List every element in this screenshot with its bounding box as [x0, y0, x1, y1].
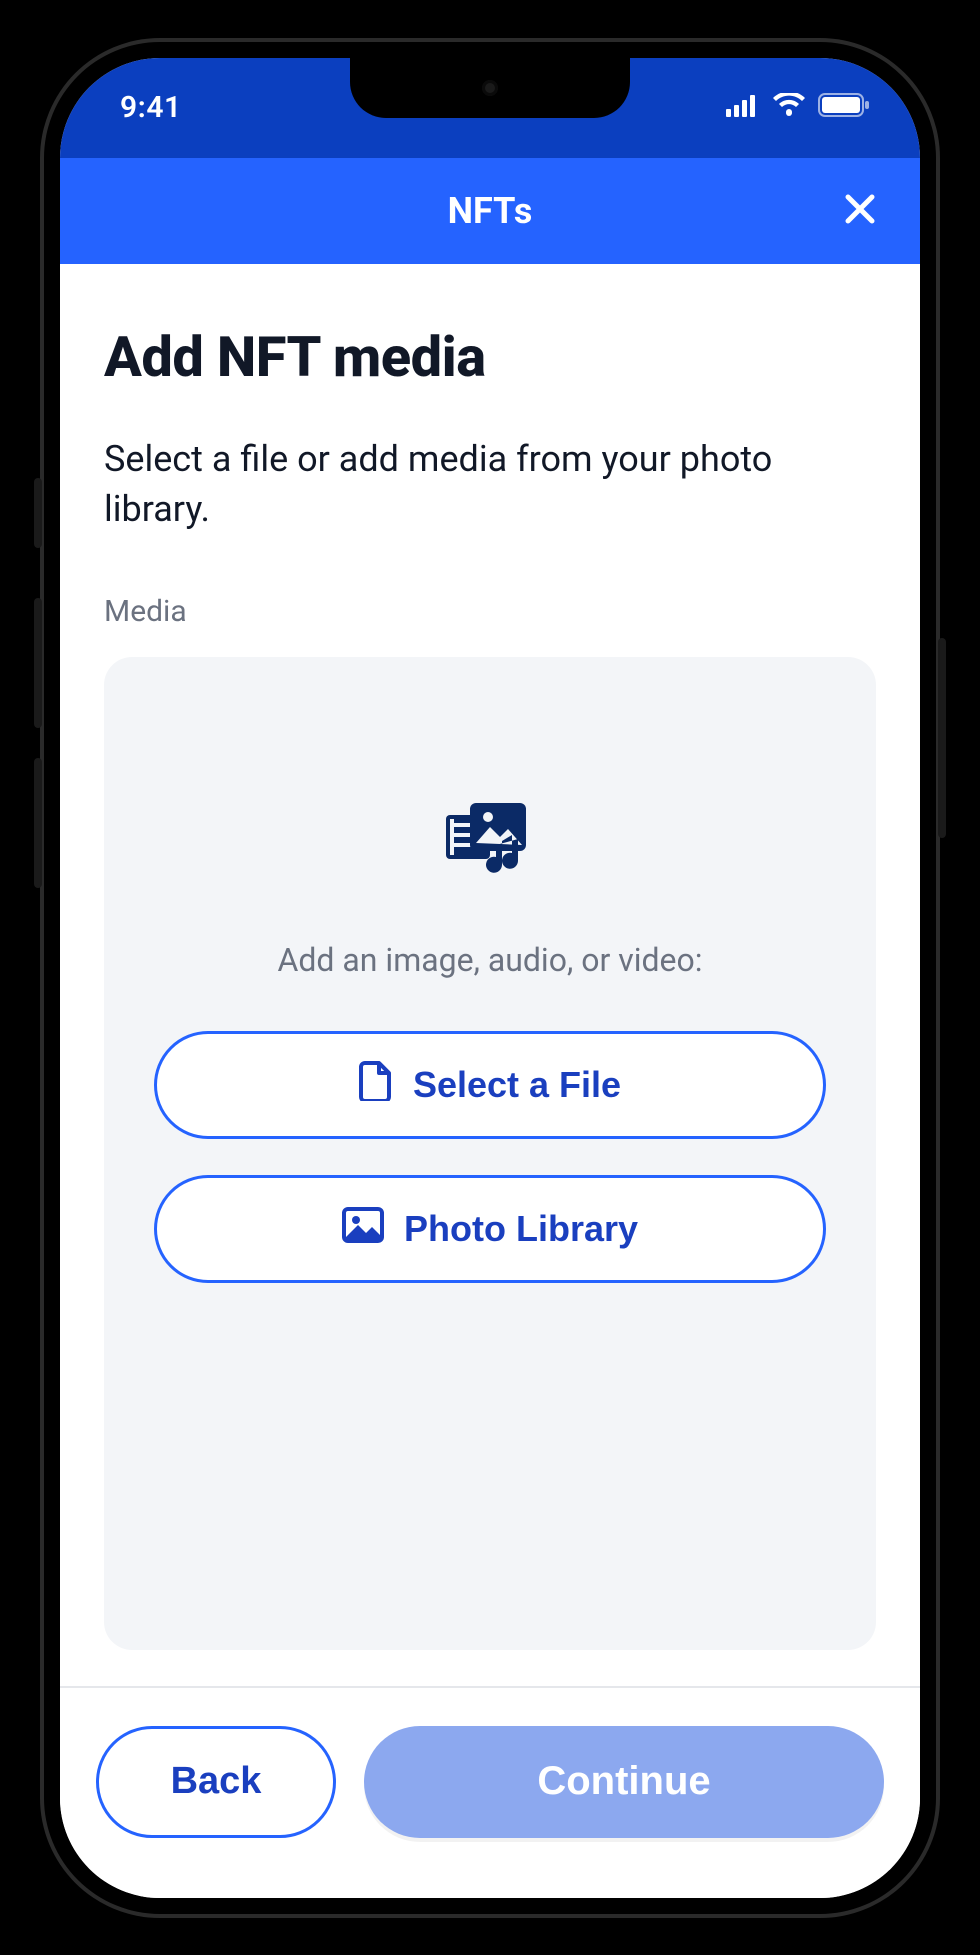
nav-bar: NFTs	[60, 158, 920, 264]
volume-down-button	[34, 758, 42, 888]
select-file-button[interactable]: Select a File	[154, 1031, 826, 1139]
photo-library-button[interactable]: Photo Library	[154, 1175, 826, 1283]
phone-screen: 9:41 NFTs Add NFT media Select a fil	[60, 58, 920, 1898]
nav-title: NFTs	[448, 190, 533, 232]
media-prompt: Add an image, audio, or video:	[277, 941, 702, 979]
side-button	[34, 478, 42, 548]
page-title: Add NFT media	[104, 324, 876, 390]
media-upload-card: Add an image, audio, or video: Select a …	[104, 657, 876, 1649]
close-button[interactable]	[840, 189, 880, 233]
cellular-icon	[726, 90, 760, 125]
media-icon	[442, 797, 538, 881]
status-icons	[726, 90, 870, 125]
footer-bar: Back Continue	[60, 1686, 920, 1898]
notch	[350, 58, 630, 118]
back-label: Back	[171, 1760, 262, 1803]
power-button	[938, 638, 946, 838]
photo-library-label: Photo Library	[404, 1208, 638, 1250]
status-time: 9:41	[120, 90, 182, 125]
continue-label: Continue	[537, 1759, 710, 1804]
phone-frame: 9:41 NFTs Add NFT media Select a fil	[40, 38, 940, 1918]
battery-icon	[818, 90, 870, 125]
page-subtitle: Select a file or add media from your pho…	[104, 434, 876, 535]
continue-button[interactable]: Continue	[364, 1726, 884, 1838]
section-label: Media	[104, 594, 876, 629]
close-icon	[840, 189, 880, 229]
volume-up-button	[34, 598, 42, 728]
file-icon	[359, 1061, 393, 1110]
content-area: Add NFT media Select a file or add media…	[60, 264, 920, 1686]
select-file-label: Select a File	[413, 1064, 621, 1106]
back-button[interactable]: Back	[96, 1726, 336, 1838]
image-icon	[342, 1207, 384, 1252]
wifi-icon	[772, 90, 806, 125]
